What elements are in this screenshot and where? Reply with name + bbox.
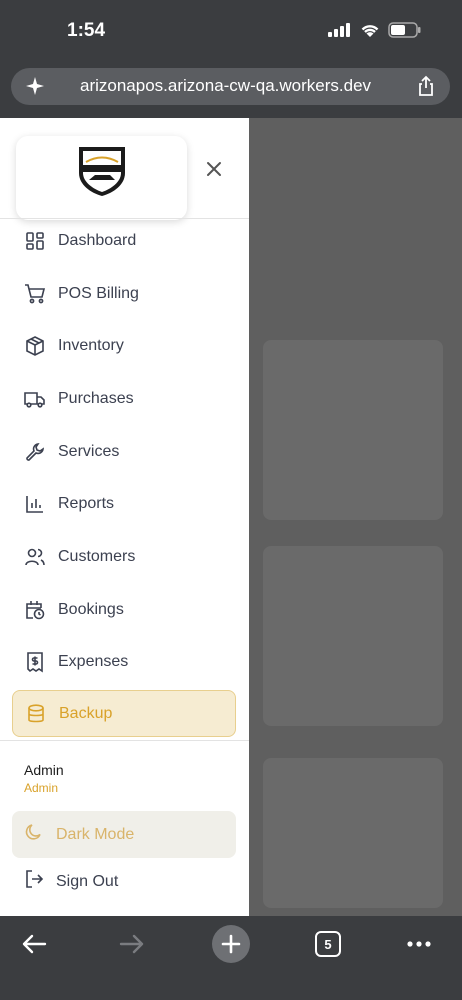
plus-icon[interactable] xyxy=(212,925,250,963)
calendar-clock-icon xyxy=(24,599,46,621)
nav-item-expenses[interactable]: Expenses xyxy=(12,638,236,685)
share-icon[interactable] xyxy=(415,75,437,102)
background-page-overlay[interactable] xyxy=(249,118,462,916)
moon-icon xyxy=(24,822,44,847)
background-card xyxy=(263,546,443,726)
nav-label: Customers xyxy=(58,547,136,565)
nav-label: Bookings xyxy=(58,600,124,618)
back-button[interactable] xyxy=(12,922,56,966)
dark-mode-label: Dark Mode xyxy=(56,825,135,843)
nav-label: Services xyxy=(58,442,120,460)
forward-arrow-icon[interactable] xyxy=(119,933,145,955)
nav-label: Reports xyxy=(58,494,115,512)
nav-label: Backup xyxy=(59,704,113,722)
browser-top-bar: 1:54 arizonapos.arizona-cw-qa.workers.de… xyxy=(0,0,462,118)
nav-item-customers[interactable]: Customers xyxy=(12,533,236,580)
more-dots-icon[interactable] xyxy=(406,940,432,948)
nav-label: Expenses xyxy=(58,652,129,670)
nav-label: Dashboard xyxy=(58,231,137,249)
wifi-icon xyxy=(360,23,380,43)
footer-divider xyxy=(0,740,249,741)
nav-label: Purchases xyxy=(58,389,134,407)
sign-out-label: Sign Out xyxy=(56,872,119,890)
dark-mode-toggle[interactable]: Dark Mode xyxy=(12,811,236,858)
bar-chart-icon xyxy=(24,493,46,515)
nav-item-services[interactable]: Services xyxy=(12,428,236,475)
wrench-icon xyxy=(24,441,46,463)
new-tab-button[interactable] xyxy=(209,922,253,966)
status-icons xyxy=(328,22,422,43)
status-time: 1:54 xyxy=(67,20,106,41)
shopping-cart-icon xyxy=(24,283,46,305)
logout-icon xyxy=(24,869,44,894)
background-card xyxy=(263,758,443,908)
sign-out-button[interactable]: Sign Out xyxy=(12,858,236,905)
signal-bars-icon xyxy=(328,23,352,42)
back-arrow-icon[interactable] xyxy=(21,933,47,955)
package-box-icon xyxy=(24,335,46,357)
forward-button[interactable] xyxy=(110,922,154,966)
url-text[interactable]: arizonapos.arizona-cw-qa.workers.dev xyxy=(80,76,371,96)
battery-icon xyxy=(388,22,422,43)
nav-item-backup[interactable]: Backup xyxy=(12,690,236,737)
receipt-dollar-icon xyxy=(24,651,46,673)
address-bar[interactable]: arizonapos.arizona-cw-qa.workers.dev xyxy=(11,68,450,105)
nav-label: Inventory xyxy=(58,336,124,354)
background-card xyxy=(263,340,443,520)
side-drawer: Dashboard POS Billing Inventory Purchase… xyxy=(0,118,249,916)
user-name: Admin xyxy=(24,762,64,778)
browser-bottom-toolbar: 5 xyxy=(0,916,462,1000)
dashboard-grid-icon xyxy=(24,230,46,252)
truck-icon xyxy=(24,388,46,410)
logo-card xyxy=(16,136,187,220)
nav-item-reports[interactable]: Reports xyxy=(12,480,236,527)
nav-item-purchases[interactable]: Purchases xyxy=(12,375,236,422)
user-role: Admin xyxy=(24,781,59,795)
more-menu-button[interactable] xyxy=(397,922,441,966)
tab-count[interactable]: 5 xyxy=(315,931,341,957)
nav-item-inventory[interactable]: Inventory xyxy=(12,322,236,369)
database-icon xyxy=(25,703,47,725)
nav-label: POS Billing xyxy=(58,284,139,302)
close-drawer-button[interactable] xyxy=(201,156,227,182)
sparkle-icon[interactable] xyxy=(24,75,46,102)
nav-item-dashboard[interactable]: Dashboard xyxy=(12,217,236,264)
nav-item-pos-billing[interactable]: POS Billing xyxy=(12,270,236,317)
arizona-car-world-logo xyxy=(79,147,125,196)
nav-item-bookings[interactable]: Bookings xyxy=(12,586,236,633)
tabs-button[interactable]: 5 xyxy=(306,922,350,966)
users-icon xyxy=(24,546,46,568)
close-icon[interactable] xyxy=(206,161,222,177)
